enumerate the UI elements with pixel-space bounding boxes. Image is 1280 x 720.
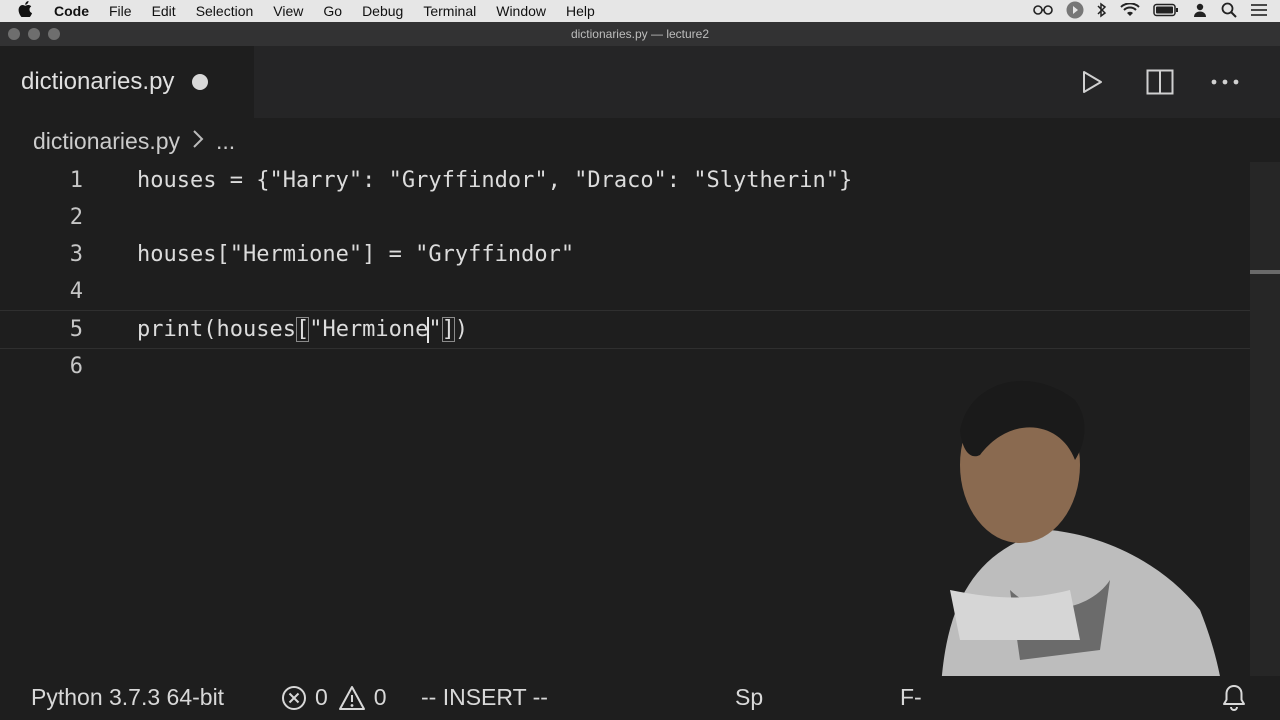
status-item-encoding[interactable]: F-	[900, 684, 922, 711]
chevron-right-icon	[192, 128, 204, 155]
line-number: 1	[69, 168, 83, 193]
menu-help[interactable]: Help	[566, 3, 595, 19]
menu-go[interactable]: Go	[323, 3, 342, 19]
line-number: 2	[69, 205, 83, 230]
code-line-current[interactable]: 5 print(houses["Hermione"])	[0, 310, 1250, 349]
close-window-button[interactable]	[8, 28, 20, 40]
scrollbar-cursor-marker	[1250, 270, 1280, 274]
editor-tabbar: dictionaries.py	[0, 46, 1280, 118]
status-bar: Python 3.7.3 64-bit 0 0 -- INSERT -- Sp …	[0, 676, 1280, 720]
tab-label: dictionaries.py	[21, 68, 175, 95]
unsaved-dot-icon[interactable]	[192, 74, 209, 90]
menu-selection[interactable]: Selection	[196, 3, 254, 19]
encoding-label: F-	[900, 684, 922, 710]
window-title: dictionaries.py — lecture2	[570, 27, 710, 41]
code-segment: print(houses	[137, 317, 296, 342]
menu-code[interactable]: Code	[54, 3, 89, 19]
breadcrumb-more[interactable]: ...	[216, 128, 235, 155]
list-icon[interactable]	[1250, 3, 1268, 20]
line-number: 5	[69, 317, 83, 342]
record-icon[interactable]	[1066, 1, 1084, 22]
string-quote: "	[428, 317, 442, 342]
code-line[interactable]: 4	[0, 273, 1250, 310]
glasses-icon[interactable]	[1033, 4, 1053, 19]
menu-file[interactable]: File	[109, 3, 132, 19]
code-line[interactable]: 2	[0, 199, 1250, 236]
notifications-bell-icon[interactable]	[1222, 683, 1246, 711]
tab-dictionaries-py[interactable]: dictionaries.py	[0, 46, 254, 118]
code-segment: )	[454, 317, 469, 342]
presenter-webcam-overlay	[940, 380, 1225, 720]
error-count: 0	[315, 684, 328, 710]
code-line[interactable]: 1 houses = {"Harry": "Gryffindor", "Drac…	[0, 162, 1250, 199]
menu-debug[interactable]: Debug	[362, 3, 403, 19]
menu-view[interactable]: View	[273, 3, 303, 19]
warning-icon	[338, 685, 365, 710]
problems-indicator[interactable]: 0 0	[281, 684, 387, 711]
wifi-icon[interactable]	[1120, 1, 1140, 20]
window-titlebar: dictionaries.py — lecture2	[0, 22, 1280, 46]
macos-menubar: Code File Edit Selection View Go Debug T…	[0, 0, 1280, 22]
search-icon[interactable]	[1221, 2, 1237, 21]
code-text[interactable]: print(houses["Hermione"])	[137, 311, 468, 348]
editor-scrollbar[interactable]	[1250, 162, 1280, 682]
more-actions-icon[interactable]	[1207, 64, 1243, 100]
split-editor-icon[interactable]	[1142, 64, 1178, 100]
bracket-match: [	[295, 317, 310, 342]
code-text[interactable]: houses["Hermione"] = "Gryffindor"	[137, 236, 574, 273]
warning-count: 0	[373, 684, 387, 710]
window-controls	[8, 28, 68, 40]
breadcrumb: dictionaries.py ...	[33, 124, 235, 158]
menu-window[interactable]: Window	[496, 3, 546, 19]
python-interpreter[interactable]: Python 3.7.3 64-bit	[31, 684, 224, 711]
menubar-tray	[1020, 0, 1268, 22]
minimize-window-button[interactable]	[28, 28, 40, 40]
apple-icon[interactable]	[18, 1, 40, 21]
bracket-match: ]	[441, 317, 455, 342]
vim-mode-indicator: -- INSERT --	[421, 684, 548, 711]
line-number: 3	[69, 242, 83, 267]
run-icon[interactable]	[1074, 64, 1110, 100]
line-number: 6	[69, 354, 83, 379]
error-icon	[282, 685, 306, 710]
bluetooth-icon[interactable]	[1097, 2, 1107, 21]
spaces-label: Sp	[735, 684, 764, 710]
code-text[interactable]: houses = {"Harry": "Gryffindor", "Draco"…	[137, 162, 852, 199]
code-line[interactable]: 3 houses["Hermione"] = "Gryffindor"	[0, 236, 1250, 273]
line-number: 4	[69, 279, 83, 304]
user-icon[interactable]	[1192, 2, 1208, 21]
interpreter-label: Python 3.7.3 64-bit	[31, 684, 225, 710]
menu-terminal[interactable]: Terminal	[423, 3, 476, 19]
string-literal: "Hermione	[309, 317, 429, 342]
vim-mode-label: -- INSERT --	[421, 684, 548, 710]
breadcrumb-file[interactable]: dictionaries.py	[33, 128, 180, 155]
zoom-window-button[interactable]	[48, 28, 60, 40]
menu-edit[interactable]: Edit	[152, 3, 176, 19]
status-item-spaces[interactable]: Sp	[735, 684, 763, 711]
battery-icon[interactable]	[1153, 3, 1179, 20]
